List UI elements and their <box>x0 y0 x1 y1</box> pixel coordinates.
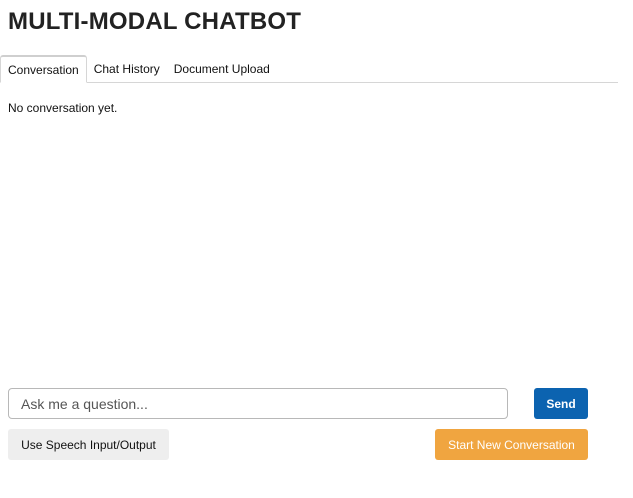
tab-chat-history[interactable]: Chat History <box>87 55 167 82</box>
conversation-empty-message: No conversation yet. <box>8 101 118 115</box>
start-new-conversation-button[interactable]: Start New Conversation <box>435 429 588 460</box>
tab-conversation[interactable]: Conversation <box>0 55 87 83</box>
chatbot-app: MULTI-MODAL CHATBOT Conversation Chat Hi… <box>0 0 633 498</box>
send-button[interactable]: Send <box>534 388 588 419</box>
question-input[interactable] <box>8 388 508 419</box>
speech-toggle-button[interactable]: Use Speech Input/Output <box>8 429 169 460</box>
tab-bar: Conversation Chat History Document Uploa… <box>0 55 618 83</box>
tab-document-upload[interactable]: Document Upload <box>167 55 277 82</box>
page-title: MULTI-MODAL CHATBOT <box>8 8 302 35</box>
